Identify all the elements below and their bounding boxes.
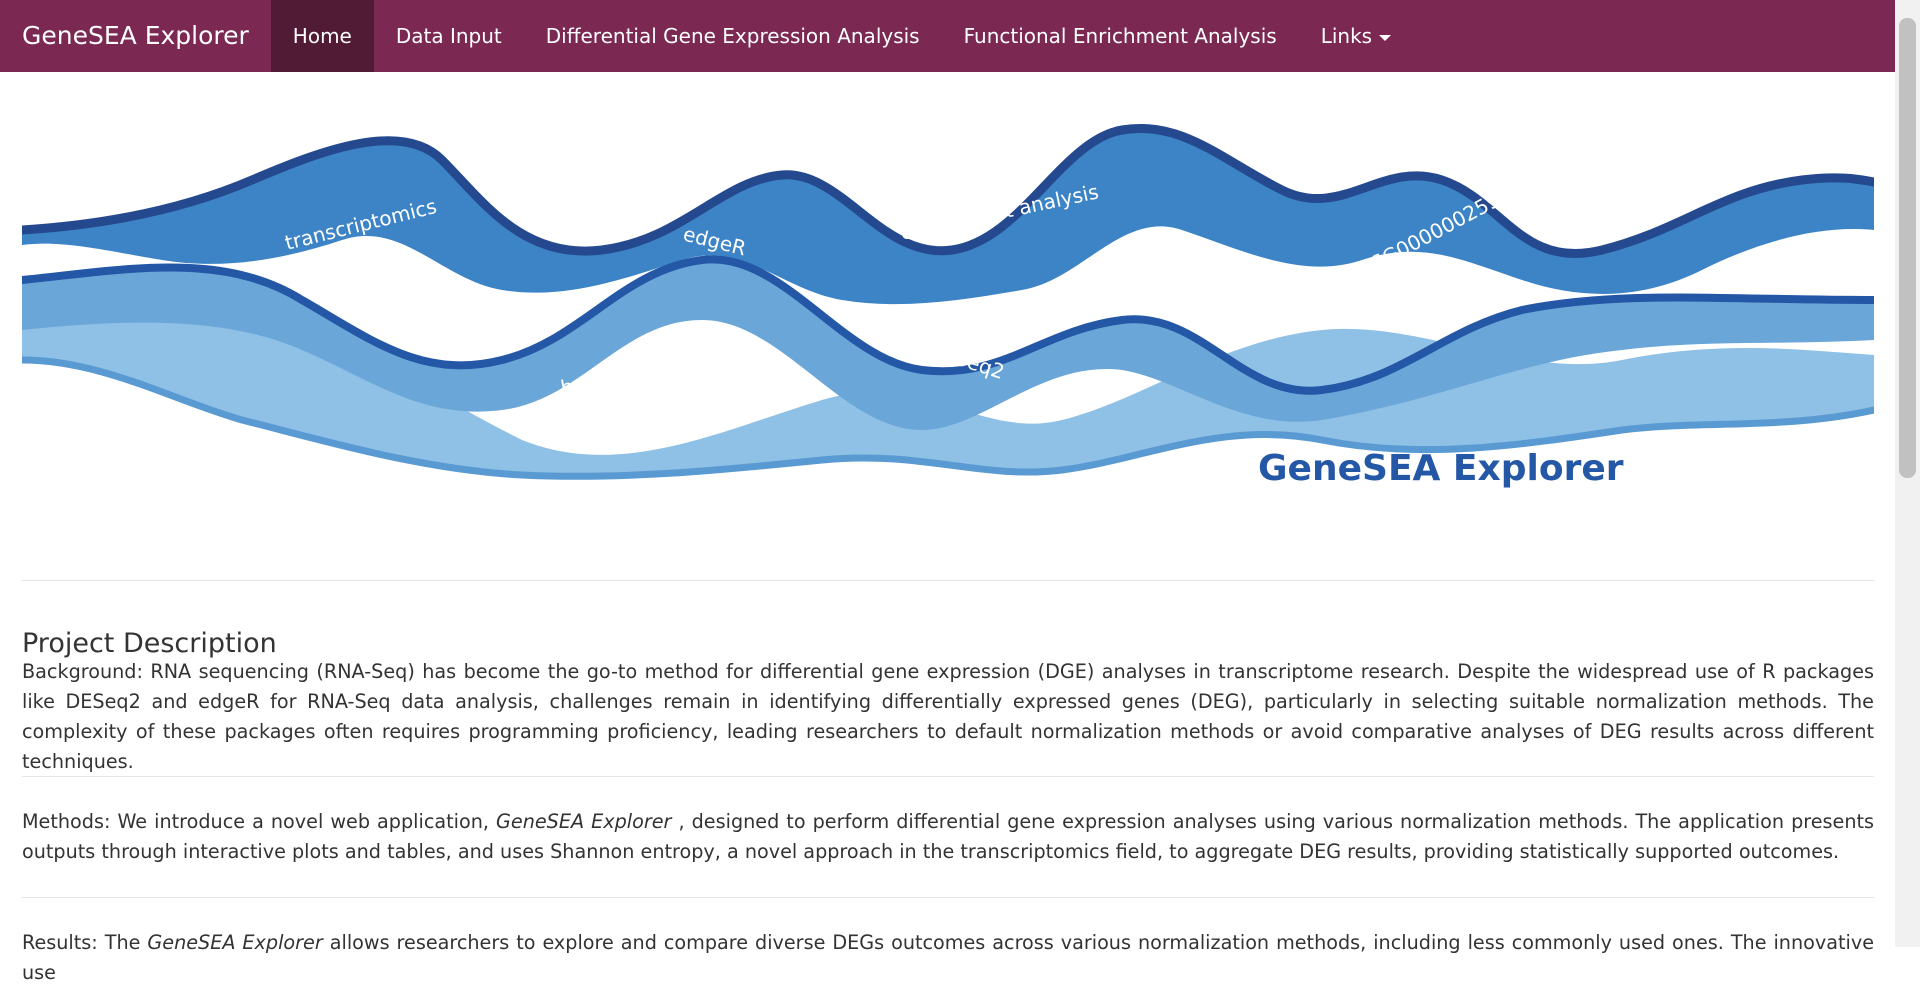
paragraph-results: Results: The GeneSEA Explorer allows res…: [22, 928, 1874, 988]
methods-prefix: Methods: We introduce a novel web applic…: [22, 810, 497, 833]
divider: [22, 897, 1874, 898]
results-app-name: GeneSEA Explorer: [147, 931, 323, 954]
background-text: Background: RNA sequencing (RNA-Seq) has…: [22, 660, 1874, 773]
banner-image: transcriptomics edgeR enrichment analysi…: [22, 100, 1874, 500]
section-heading: Project Description: [22, 628, 277, 660]
top-navbar: GeneSEA Explorer Home Data Input Differe…: [0, 0, 1895, 72]
banner-artwork: transcriptomics edgeR enrichment analysi…: [22, 124, 1874, 489]
methods-app-name: GeneSEA Explorer: [496, 810, 672, 833]
results-text: Results: The GeneSEA Explorer allows res…: [22, 928, 1874, 988]
banner-title: GeneSEA Explorer: [1258, 448, 1624, 489]
nav-functional-enrichment[interactable]: Functional Enrichment Analysis: [942, 0, 1299, 72]
paragraph-methods: Methods: We introduce a novel web applic…: [22, 807, 1874, 867]
nav-differential-gene-expression[interactable]: Differential Gene Expression Analysis: [524, 0, 942, 72]
divider: [22, 580, 1874, 581]
results-prefix: Results: The: [22, 931, 148, 954]
paragraph-background: Background: RNA sequencing (RNA-Seq) has…: [22, 657, 1874, 777]
divider: [22, 776, 1874, 777]
nav-data-input[interactable]: Data Input: [374, 0, 524, 72]
scrollbar-thumb[interactable]: [1899, 18, 1916, 478]
methods-text: Methods: We introduce a novel web applic…: [22, 807, 1874, 867]
nav-links-label: Links: [1320, 24, 1373, 48]
page-scrollbar[interactable]: [1895, 0, 1920, 947]
caret-down-icon: [1379, 34, 1392, 41]
nav-links-dropdown[interactable]: Links: [1299, 0, 1413, 72]
nav-home[interactable]: Home: [270, 0, 374, 72]
brand-logo[interactable]: GeneSEA Explorer: [0, 0, 271, 72]
